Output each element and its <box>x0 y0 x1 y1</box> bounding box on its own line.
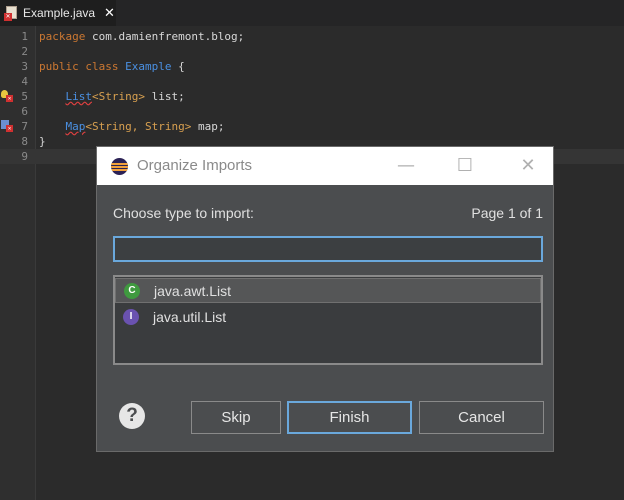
code-line-7: ✕ 7 Map<String, String> map; <box>0 119 624 134</box>
choose-type-label: Choose type to import: <box>113 205 254 221</box>
line-number: 1 <box>21 30 28 43</box>
error-marker-icon[interactable]: ✕ <box>1 120 13 132</box>
line-text: List<String> list; <box>65 90 185 103</box>
line-number: 6 <box>21 105 28 118</box>
cancel-button[interactable]: Cancel <box>419 401 544 434</box>
line-number: 9 <box>21 150 28 163</box>
quick-fix-error-icon[interactable]: ✕ <box>1 90 13 102</box>
dialog-titlebar[interactable]: Organize Imports — ☐ ✕ <box>97 147 553 185</box>
line-number: 8 <box>21 135 28 148</box>
list-item-label: java.util.List <box>153 308 227 325</box>
line-text: Map<String, String> map; <box>65 120 225 133</box>
editor-tab-bar: ✕ Example.java ✕ <box>0 0 624 26</box>
maximize-icon[interactable]: ☐ <box>450 153 480 179</box>
close-icon[interactable]: ✕ <box>513 153 543 179</box>
type-filter-input[interactable] <box>113 236 543 262</box>
line-number: 7 <box>21 120 28 133</box>
code-line-6: 6 <box>0 104 624 119</box>
type-list[interactable]: C java.awt.List I java.util.List <box>113 275 543 365</box>
line-text: package com.damienfremont.blog; <box>39 30 245 43</box>
line-number: 5 <box>21 90 28 103</box>
list-item-java-awt-list[interactable]: C java.awt.List <box>115 278 541 303</box>
eclipse-logo-icon <box>111 158 128 175</box>
code-line-2: 2 <box>0 44 624 59</box>
list-item-java-util-list[interactable]: I java.util.List <box>115 304 541 329</box>
help-icon[interactable]: ? <box>119 403 145 429</box>
finish-button[interactable]: Finish <box>287 401 412 434</box>
skip-button[interactable]: Skip <box>191 401 281 434</box>
line-number: 3 <box>21 60 28 73</box>
line-number: 2 <box>21 45 28 58</box>
tab-example-java[interactable]: ✕ Example.java ✕ <box>0 0 116 26</box>
page-indicator: Page 1 of 1 <box>471 205 543 221</box>
minimize-icon[interactable]: — <box>391 153 421 179</box>
interface-icon: I <box>123 308 139 325</box>
line-text: public class Example { <box>39 60 185 73</box>
code-line-5: ✕ 5 List<String> list; <box>0 89 624 104</box>
code-line-1: 1 package com.damienfremont.blog; <box>0 29 624 44</box>
close-tab-icon[interactable]: ✕ <box>104 6 115 21</box>
tab-label: Example.java <box>23 6 96 20</box>
organize-imports-dialog: Organize Imports — ☐ ✕ Choose type to im… <box>96 146 554 452</box>
class-icon: C <box>124 282 140 299</box>
dialog-title: Organize Imports <box>137 157 253 174</box>
java-file-error-icon: ✕ <box>4 5 20 21</box>
line-number: 4 <box>21 75 28 88</box>
line-text: } <box>39 135 46 148</box>
code-line-4: 4 <box>0 74 624 89</box>
code-line-3: 3 public class Example { <box>0 59 624 74</box>
list-item-label: java.awt.List <box>154 282 232 299</box>
